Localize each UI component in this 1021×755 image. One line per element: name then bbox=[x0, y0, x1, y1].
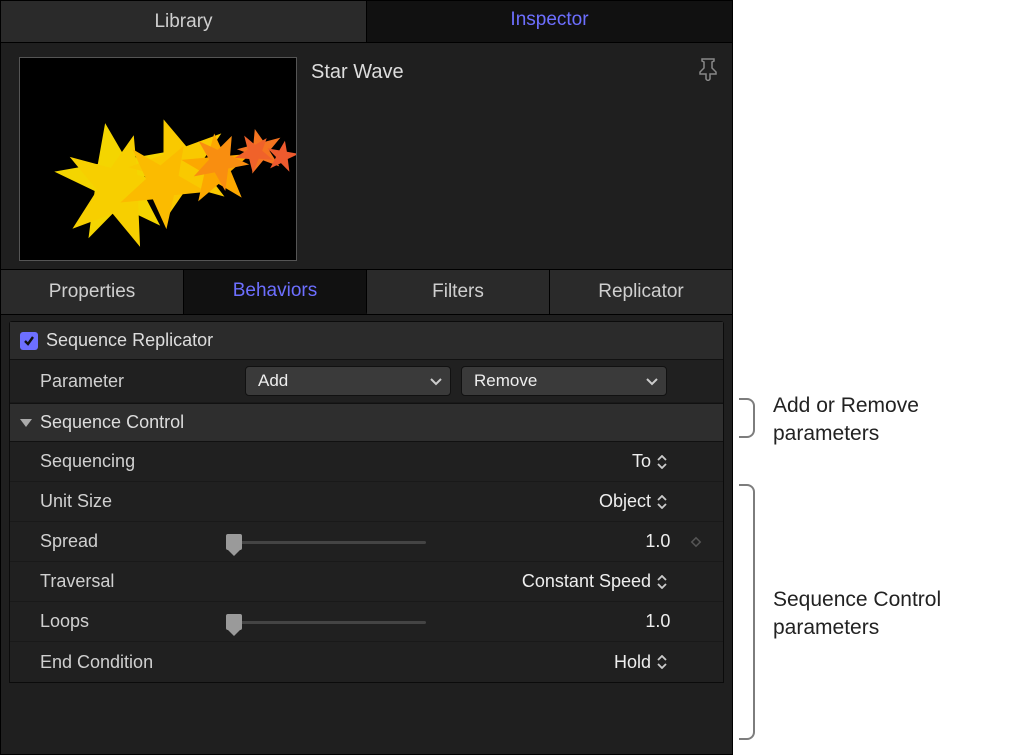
chevron-down-icon bbox=[646, 371, 658, 391]
callout-text: Sequence Control parameters bbox=[773, 586, 1003, 643]
annotation-area: Add or Remove parameters Sequence Contro… bbox=[733, 0, 1021, 755]
tab-label: Properties bbox=[49, 281, 136, 303]
end-condition-row: End Condition Hold bbox=[10, 642, 723, 682]
sub-tab-bar: Properties Behaviors Filters Replicator bbox=[1, 269, 732, 315]
end-condition-popup[interactable]: Hold bbox=[614, 652, 667, 673]
item-title: Star Wave bbox=[311, 61, 404, 255]
tab-label: Replicator bbox=[598, 281, 684, 303]
tab-replicator[interactable]: Replicator bbox=[550, 270, 732, 314]
loops-value[interactable]: 1.0 bbox=[610, 611, 670, 632]
behavior-section-header[interactable]: Sequence Replicator bbox=[10, 322, 723, 360]
loops-slider[interactable] bbox=[226, 612, 426, 632]
spread-value[interactable]: 1.0 bbox=[610, 531, 670, 552]
enable-checkbox[interactable] bbox=[20, 332, 38, 350]
popup-value: Hold bbox=[614, 652, 651, 673]
popup-value: Object bbox=[599, 491, 651, 512]
param-label: End Condition bbox=[40, 652, 235, 673]
preview-row: Star Wave bbox=[1, 43, 732, 269]
tab-label: Behaviors bbox=[233, 280, 318, 302]
param-label: Spread bbox=[40, 531, 216, 552]
spread-slider[interactable] bbox=[226, 532, 426, 552]
unit-size-popup[interactable]: Object bbox=[599, 491, 667, 512]
preview-thumbnail[interactable] bbox=[19, 57, 297, 261]
tab-filters[interactable]: Filters bbox=[367, 270, 550, 314]
traversal-popup[interactable]: Constant Speed bbox=[522, 571, 667, 592]
parameter-row: Parameter Add Remove bbox=[10, 360, 723, 403]
callout-bracket bbox=[739, 484, 755, 740]
traversal-row: Traversal Constant Speed bbox=[10, 562, 723, 602]
inspector-panel: Library Inspector bbox=[0, 0, 733, 755]
remove-parameter-popup[interactable]: Remove bbox=[461, 366, 667, 396]
behavior-section: Sequence Replicator Parameter Add Remove bbox=[9, 321, 724, 683]
star-wave-graphic bbox=[20, 58, 297, 261]
inspector-body: Sequence Replicator Parameter Add Remove bbox=[1, 315, 732, 754]
param-label: Traversal bbox=[40, 571, 235, 592]
tab-library[interactable]: Library bbox=[1, 1, 367, 42]
tab-label: Filters bbox=[432, 281, 484, 303]
callout-bracket bbox=[739, 398, 755, 438]
popup-label: Add bbox=[258, 371, 288, 391]
stepper-icon bbox=[657, 575, 667, 589]
add-parameter-popup[interactable]: Add bbox=[245, 366, 451, 396]
disclosure-triangle-icon bbox=[20, 419, 32, 427]
popup-value: To bbox=[632, 451, 651, 472]
loops-row: Loops 1.0 bbox=[10, 602, 723, 642]
tab-inspector[interactable]: Inspector bbox=[367, 1, 732, 42]
param-label: Sequencing bbox=[40, 451, 235, 472]
unit-size-row: Unit Size Object bbox=[10, 482, 723, 522]
sequencing-popup[interactable]: To bbox=[632, 451, 667, 472]
spread-row: Spread 1.0 bbox=[10, 522, 723, 562]
tab-label: Library bbox=[154, 11, 212, 33]
top-tab-bar: Library Inspector bbox=[1, 1, 732, 43]
sequence-control-group[interactable]: Sequence Control bbox=[10, 403, 723, 442]
stepper-icon bbox=[657, 655, 667, 669]
sequencing-row: Sequencing To bbox=[10, 442, 723, 482]
keyframe-diamond-icon[interactable] bbox=[680, 536, 711, 548]
param-label: Loops bbox=[40, 611, 216, 632]
tab-label: Inspector bbox=[510, 9, 588, 31]
param-label: Parameter bbox=[40, 371, 235, 392]
section-title: Sequence Replicator bbox=[46, 330, 213, 351]
popup-value: Constant Speed bbox=[522, 571, 651, 592]
popup-label: Remove bbox=[474, 371, 537, 391]
tab-behaviors[interactable]: Behaviors bbox=[184, 270, 367, 314]
tab-properties[interactable]: Properties bbox=[1, 270, 184, 314]
group-label: Sequence Control bbox=[40, 412, 184, 433]
chevron-down-icon bbox=[430, 371, 442, 391]
stepper-icon bbox=[657, 495, 667, 509]
pin-icon[interactable] bbox=[698, 57, 720, 83]
stepper-icon bbox=[657, 455, 667, 469]
callout-text: Add or Remove parameters bbox=[773, 392, 1003, 449]
param-label: Unit Size bbox=[40, 491, 235, 512]
